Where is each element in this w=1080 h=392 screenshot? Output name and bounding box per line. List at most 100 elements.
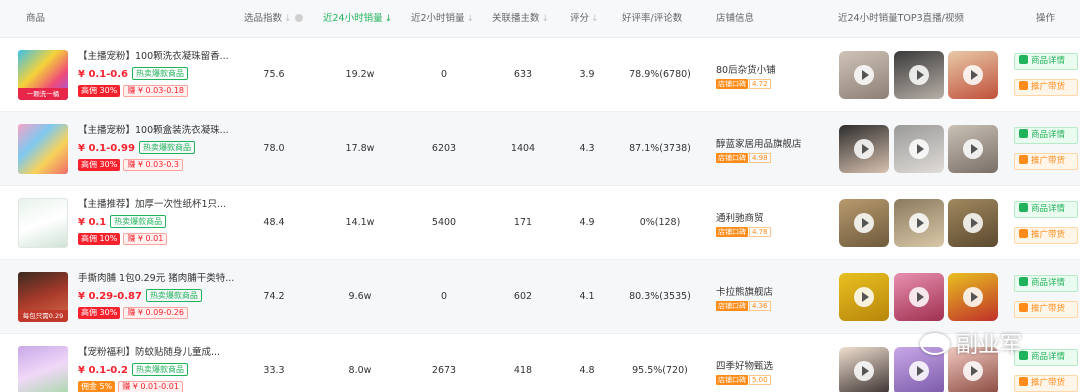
video-thumbnail[interactable] bbox=[839, 125, 889, 173]
hot-tag: 热卖爆款商品 bbox=[132, 363, 189, 376]
play-icon[interactable] bbox=[854, 139, 874, 159]
play-icon[interactable] bbox=[854, 287, 874, 307]
product-detail-button[interactable]: 商品详情 bbox=[1014, 127, 1078, 144]
video-thumbnail[interactable] bbox=[948, 125, 998, 173]
col-index[interactable]: 选品指数 ↓ bbox=[244, 0, 303, 38]
price-row: ¥ 0.1-0.6 热卖爆款商品 bbox=[78, 67, 189, 80]
shop-score: 4.78 bbox=[749, 227, 771, 237]
video-thumbnail[interactable] bbox=[948, 199, 998, 247]
rating-value: 4.9 bbox=[579, 217, 595, 228]
product-detail-button[interactable]: 商品详情 bbox=[1014, 53, 1078, 70]
product-title[interactable]: 【宠粉福利】防蚊贴随身儿童成... bbox=[78, 344, 220, 358]
sales2-value: 6203 bbox=[431, 143, 457, 154]
play-icon[interactable] bbox=[909, 287, 929, 307]
video-thumbnail[interactable] bbox=[839, 273, 889, 321]
col-action: 操作 bbox=[1036, 13, 1056, 24]
video-thumbnail[interactable] bbox=[894, 273, 944, 321]
product-detail-button[interactable]: 商品详情 bbox=[1014, 349, 1078, 366]
product-title[interactable]: 【主播宠粉】100颗洗衣凝珠留香... bbox=[78, 48, 229, 62]
shop-score: 4.72 bbox=[749, 79, 771, 89]
col-goodrate[interactable]: 好评率/评论数 bbox=[622, 0, 682, 38]
play-icon[interactable] bbox=[854, 65, 874, 85]
product-image[interactable]: 每包只需0.29 bbox=[18, 272, 68, 322]
col-rating[interactable]: 评分 ↓ bbox=[570, 0, 599, 38]
product-detail-button[interactable]: 商品详情 bbox=[1014, 275, 1078, 292]
product-title[interactable]: 【主播推荐】加厚一次性纸杯1只... bbox=[78, 196, 226, 210]
earn-tag: 赚 ¥ 0.03-0.18 bbox=[123, 85, 189, 97]
commission-tag: 高佣 30% bbox=[78, 85, 121, 97]
product-image[interactable] bbox=[18, 198, 68, 248]
promote-button[interactable]: 推广带货 bbox=[1014, 79, 1078, 96]
video-thumbnail[interactable] bbox=[839, 199, 889, 247]
shop-name[interactable]: 四季好物甄选 bbox=[716, 358, 773, 372]
earn-tag: 赚 ¥ 0.03-0.3 bbox=[123, 159, 183, 171]
video-thumbnail[interactable] bbox=[894, 51, 944, 99]
play-icon[interactable] bbox=[909, 65, 929, 85]
sales24-value: 17.8w bbox=[345, 143, 375, 154]
promote-button[interactable]: 推广带货 bbox=[1014, 375, 1078, 392]
play-icon[interactable] bbox=[963, 213, 983, 233]
rating-value: 4.8 bbox=[579, 365, 595, 376]
promote-button[interactable]: 推广带货 bbox=[1014, 153, 1078, 170]
col-sales2[interactable]: 近2小时销量 ↓ bbox=[411, 0, 474, 38]
info-icon[interactable] bbox=[294, 14, 303, 22]
price: ¥ 0.1 bbox=[78, 217, 107, 228]
sort-arrow-icon[interactable]: ↓ bbox=[591, 0, 599, 38]
product-image[interactable] bbox=[18, 346, 68, 392]
play-icon[interactable] bbox=[909, 139, 929, 159]
thumb-caption: 每包只需0.29 bbox=[18, 310, 68, 322]
shop-name[interactable]: 卡拉熊旗舰店 bbox=[716, 284, 773, 298]
commission-row: 佣金 5% 赚 ¥ 0.01-0.01 bbox=[78, 381, 183, 392]
play-icon[interactable] bbox=[963, 65, 983, 85]
rating-value: 4.1 bbox=[579, 291, 595, 302]
play-icon[interactable] bbox=[854, 361, 874, 381]
table-row: 【主播推荐】加厚一次性纸杯1只... ¥ 0.1 热卖爆款商品 高佣 10% 赚 ¥… bbox=[0, 186, 1080, 260]
play-icon[interactable] bbox=[854, 213, 874, 233]
sales2-value: 0 bbox=[440, 291, 448, 302]
earn-tag: 赚 ¥ 0.01 bbox=[123, 233, 168, 245]
sales2-value: 5400 bbox=[431, 217, 457, 228]
video-thumbnail[interactable] bbox=[948, 273, 998, 321]
video-thumbnail[interactable] bbox=[948, 51, 998, 99]
product-image[interactable]: 一颗洗一桶 bbox=[18, 50, 68, 100]
play-icon[interactable] bbox=[909, 213, 929, 233]
commission-row: 高佣 10% 赚 ¥ 0.01 bbox=[78, 233, 168, 245]
shop-name[interactable]: 通利驰商贸 bbox=[716, 210, 764, 224]
shop-name[interactable]: 醇蓝家居用品旗舰店 bbox=[716, 136, 802, 150]
sort-arrow-icon[interactable]: ↓ bbox=[467, 0, 475, 38]
thumb-caption: 一颗洗一桶 bbox=[18, 88, 68, 100]
sort-arrow-icon[interactable]: ↓ bbox=[284, 0, 292, 38]
product-image[interactable] bbox=[18, 124, 68, 174]
index-value: 78.0 bbox=[263, 143, 285, 154]
hot-tag: 热卖爆款商品 bbox=[145, 289, 202, 302]
commission-row: 高佣 30% 赚 ¥ 0.03-0.3 bbox=[78, 159, 183, 171]
sort-arrow-icon[interactable]: ↓ bbox=[542, 0, 550, 38]
goodrate-value: 80.3%(3535) bbox=[629, 291, 691, 302]
col-sales24[interactable]: 近24小时销量 ↓ bbox=[323, 0, 392, 38]
product-title[interactable]: 手撕肉脯 1包0.29元 猪肉脯干类特... bbox=[78, 270, 234, 284]
watermark: 副业军 bbox=[920, 326, 1022, 366]
anchors-value: 1404 bbox=[510, 143, 536, 154]
product-title[interactable]: 【主播宠粉】100颗盒装洗衣凝珠... bbox=[78, 122, 229, 136]
cart-icon bbox=[1019, 377, 1028, 386]
video-thumbnail[interactable] bbox=[894, 199, 944, 247]
anchors-value: 602 bbox=[513, 291, 533, 302]
shop-name[interactable]: 80后杂货小铺 bbox=[716, 62, 776, 76]
hot-tag: 热卖爆款商品 bbox=[110, 215, 167, 228]
play-icon[interactable] bbox=[963, 287, 983, 307]
commission-tag: 高佣 10% bbox=[78, 233, 121, 245]
wechat-icon bbox=[920, 333, 950, 355]
video-thumbnail[interactable] bbox=[839, 347, 889, 392]
anchors-value: 171 bbox=[513, 217, 533, 228]
price-row: ¥ 0.1-0.2 热卖爆款商品 bbox=[78, 363, 189, 376]
video-thumbnail[interactable] bbox=[894, 125, 944, 173]
promote-button[interactable]: 推广带货 bbox=[1014, 301, 1078, 318]
promote-button[interactable]: 推广带货 bbox=[1014, 227, 1078, 244]
col-anchors[interactable]: 关联播主数 ↓ bbox=[492, 0, 549, 38]
cart-icon bbox=[1019, 155, 1028, 164]
play-icon[interactable] bbox=[963, 139, 983, 159]
sort-arrow-icon[interactable]: ↓ bbox=[385, 0, 393, 38]
product-detail-button[interactable]: 商品详情 bbox=[1014, 201, 1078, 218]
goodrate-value: 87.1%(3738) bbox=[629, 143, 691, 154]
video-thumbnail[interactable] bbox=[839, 51, 889, 99]
